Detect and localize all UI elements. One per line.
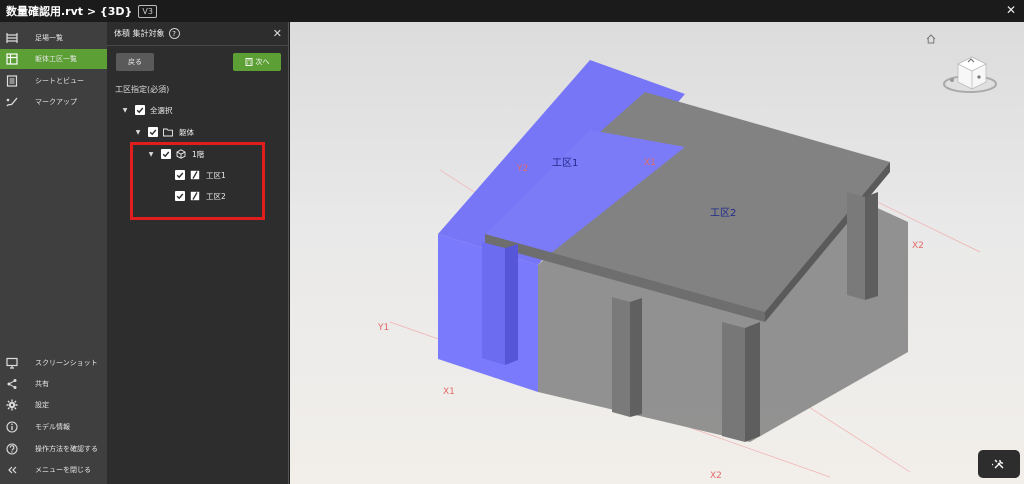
nav-item-label: 共有 (35, 380, 49, 388)
cube-icon (176, 149, 186, 159)
expand-arrow-icon[interactable]: ▼ (147, 151, 155, 158)
nav-item-label: モデル情報 (35, 423, 70, 431)
sheets-icon (5, 74, 19, 88)
checkbox[interactable] (161, 149, 171, 159)
tree-row-structure: ▼ 躯体 (134, 125, 194, 139)
tools-icon (992, 459, 1004, 469)
grid-icon (5, 52, 19, 66)
checkbox[interactable] (175, 170, 185, 180)
tree-label: 躯体 (179, 127, 194, 137)
help-icon (5, 442, 19, 456)
title-bar: 数量確認用.rvt > {3D} V3 ✕ (0, 0, 1024, 22)
gear-icon (5, 398, 19, 412)
tree-label: 工区2 (206, 191, 226, 201)
slash-icon (190, 191, 200, 201)
column-middle-side (630, 298, 642, 417)
nav-item-sheets-views[interactable]: シートとビュー (0, 71, 107, 91)
grid-label-x2-bottom: X2 (710, 471, 722, 481)
checkbox[interactable] (135, 105, 145, 115)
column-front-right (722, 322, 745, 442)
left-nav: 足場一覧 躯体工区一覧 シートとビュー マークアップ スクリーンショット 共有 (0, 22, 107, 484)
window-close-button[interactable]: ✕ (1006, 3, 1016, 17)
version-badge: V3 (138, 4, 157, 18)
share-icon (5, 377, 19, 391)
nav-item-label: メニューを閉じる (35, 466, 91, 474)
tree-label: 工区1 (206, 170, 226, 180)
nav-item-markup[interactable]: マークアップ (0, 92, 107, 112)
markup-icon (5, 95, 19, 109)
info-icon (5, 420, 19, 434)
collapse-icon (5, 463, 19, 477)
checkbox[interactable] (175, 191, 185, 201)
viewcube-icon[interactable] (938, 44, 998, 96)
expand-arrow-icon[interactable]: ▼ (121, 107, 129, 114)
nav-item-share[interactable]: 共有 (0, 374, 107, 394)
checkbox[interactable] (148, 127, 158, 137)
panel-header: 体積 集計対象 ? ✕ (107, 22, 289, 46)
nav-item-label: 足場一覧 (35, 34, 63, 42)
column-back-right-side (865, 192, 878, 300)
zone-label-2: 工区2 (710, 208, 737, 219)
window-title: 数量確認用.rvt > {3D} (6, 5, 133, 18)
grid-label-x1-bottom: X1 (443, 387, 455, 397)
grid-label-x2-right: X2 (912, 241, 924, 251)
column-front-left (482, 242, 505, 365)
scaffold-icon (5, 31, 19, 45)
tree-label: 全選択 (150, 105, 173, 115)
column-back-right (847, 192, 865, 300)
nav-item-label: スクリーンショット (35, 359, 98, 367)
tree-row-zone-2: 工区2 (175, 189, 226, 203)
next-button[interactable]: 次へ (233, 53, 281, 71)
tree-row-floor-1: ▼ 1階 (147, 147, 204, 161)
grid-label-y1: Y1 (378, 323, 390, 333)
nav-item-screenshot[interactable]: スクリーンショット (0, 353, 107, 373)
tree-row-select-all: ▼ 全選択 (121, 103, 173, 117)
panel-title: 体積 集計対象 (114, 29, 165, 38)
help-icon[interactable]: ? (168, 28, 180, 39)
slash-icon (190, 170, 200, 180)
tree-label: 1階 (192, 149, 205, 159)
panel-close-button[interactable]: ✕ (273, 27, 282, 40)
column-front-left-side (505, 244, 518, 365)
nav-item-scaffold-list[interactable]: 足場一覧 (0, 28, 107, 48)
nav-item-label: マークアップ (35, 98, 77, 106)
grid-label-x1-top: X1 (644, 158, 656, 168)
nav-item-close-menu[interactable]: メニューを閉じる (0, 460, 107, 480)
expand-arrow-icon[interactable]: ▼ (134, 129, 142, 136)
column-middle (612, 297, 630, 417)
nav-item-zone-list[interactable]: 躯体工区一覧 (0, 49, 107, 69)
3d-viewport[interactable]: Y2 X1 X2 Y1 X1 X2 工区1 工区2 (290, 22, 1024, 484)
zone-label-1: 工区1 (552, 158, 579, 169)
zone-selection-panel: 体積 集計対象 ? ✕ 戻る 次へ 工区指定(必須) ▼ 全選択 ▼ 躯体 ▼ … (107, 22, 289, 484)
nav-item-label: 設定 (35, 401, 49, 409)
next-button-label: 次へ (255, 58, 270, 66)
3d-model-scene[interactable] (290, 22, 1024, 484)
column-front-right-side (745, 322, 760, 442)
monitor-icon (5, 356, 19, 370)
calculator-icon (245, 58, 252, 66)
nav-item-settings[interactable]: 設定 (0, 395, 107, 415)
folder-icon (163, 127, 173, 137)
back-button[interactable]: 戻る (116, 53, 154, 71)
home-icon[interactable] (926, 34, 936, 44)
tools-button[interactable] (978, 450, 1020, 478)
tree-row-zone-1: 工区1 (175, 168, 226, 182)
section-title: 工区指定(必須) (115, 85, 170, 94)
grid-label-y2: Y2 (517, 164, 529, 174)
nav-item-label: 躯体工区一覧 (35, 55, 77, 63)
nav-item-how-to[interactable]: 操作方法を確認する (0, 439, 107, 459)
nav-item-model-info[interactable]: モデル情報 (0, 417, 107, 437)
nav-item-label: シートとビュー (35, 77, 84, 85)
nav-item-label: 操作方法を確認する (35, 445, 98, 453)
